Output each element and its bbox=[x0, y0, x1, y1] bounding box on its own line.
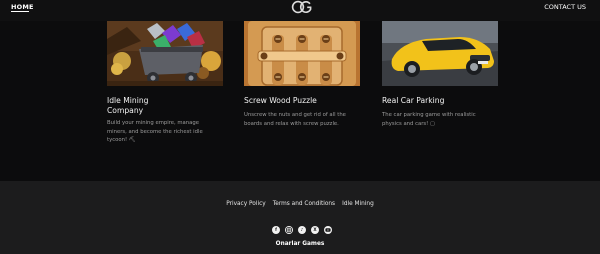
youtube-icon[interactable] bbox=[324, 226, 332, 234]
footer-link-idle-mining[interactable]: Idle Mining bbox=[342, 201, 374, 207]
game-title[interactable]: Real Car Parking bbox=[382, 96, 444, 106]
idle-mining-thumbnail[interactable] bbox=[107, 21, 223, 86]
facebook-icon[interactable]: f bbox=[272, 226, 280, 234]
game-description: Unscrew the nuts and get rid of all the … bbox=[244, 112, 346, 127]
real-car-parking-thumbnail[interactable] bbox=[382, 21, 498, 86]
game-description: The car parking game with realistic phys… bbox=[382, 112, 476, 127]
screw-wood-puzzle-thumbnail[interactable] bbox=[244, 21, 360, 86]
instagram-icon[interactable] bbox=[285, 226, 293, 234]
og-logo-icon[interactable] bbox=[291, 0, 313, 14]
tiktok-icon[interactable]: ♪ bbox=[298, 226, 306, 234]
game-description: Build your mining empire, manage miners,… bbox=[107, 120, 203, 144]
game-title[interactable]: Screw Wood Puzzle bbox=[244, 96, 317, 106]
game-title[interactable]: Idle Mining Company bbox=[107, 96, 148, 115]
nav-contact-link[interactable]: CONTACT US bbox=[544, 3, 586, 11]
x-icon[interactable]: X bbox=[311, 226, 319, 234]
nav-home-link[interactable]: HOME bbox=[11, 3, 34, 11]
active-link-underline bbox=[11, 11, 29, 12]
footer-brand-name: Onarlar Games bbox=[275, 241, 325, 247]
footer-link-privacy-policy[interactable]: Privacy Policy bbox=[226, 201, 266, 207]
social-links: f ♪ X bbox=[272, 226, 332, 235]
footer-link-terms[interactable]: Terms and Conditions bbox=[273, 201, 335, 207]
footer-links: Privacy Policy Terms and Conditions Idle… bbox=[0, 201, 600, 207]
top-navigation-bar: HOME CONTACT US bbox=[0, 0, 600, 21]
